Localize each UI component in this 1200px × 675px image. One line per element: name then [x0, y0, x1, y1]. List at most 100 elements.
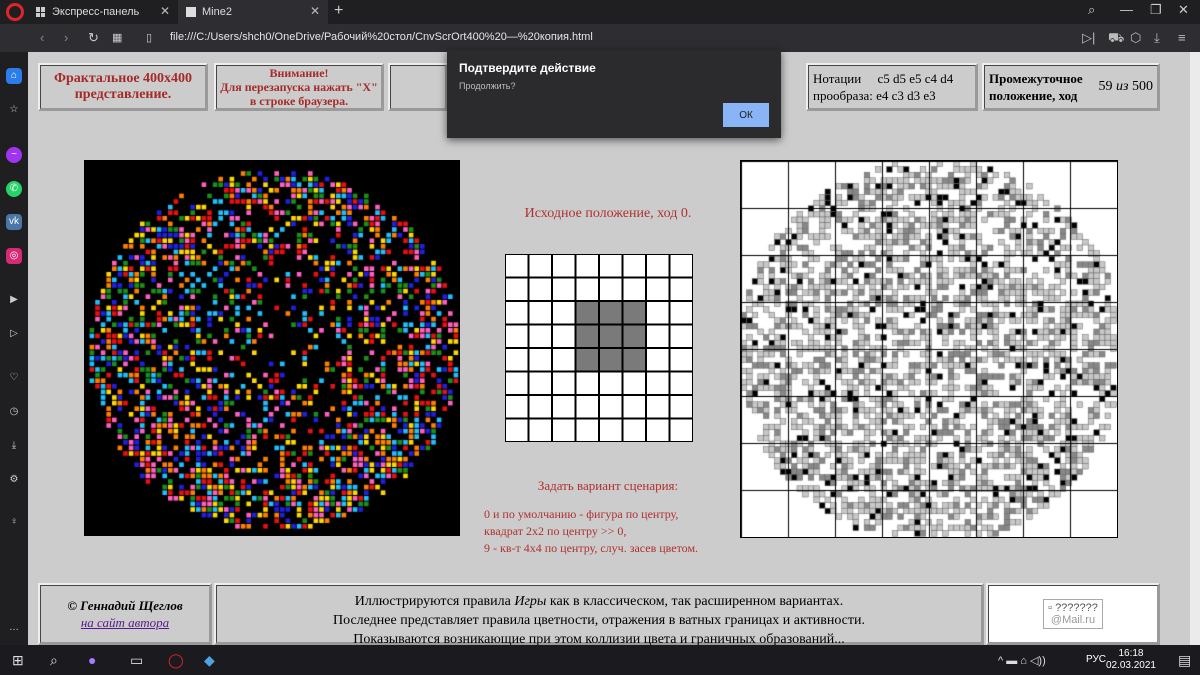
grid-cell[interactable] [599, 277, 623, 301]
box-icon[interactable]: ⬡ [1130, 30, 1141, 46]
page-info-icon[interactable]: ▯ [146, 31, 152, 44]
grid-cell[interactable] [622, 418, 646, 442]
restore-button[interactable]: ❐ [1150, 2, 1162, 18]
grid-cell[interactable] [528, 301, 552, 325]
language-indicator[interactable]: РУС [1086, 654, 1106, 665]
home-icon[interactable]: ⌂ [6, 68, 22, 84]
grid-cell[interactable] [599, 418, 623, 442]
vk-icon[interactable]: vk [6, 214, 22, 230]
grid-cell[interactable] [552, 324, 576, 348]
grid-cell[interactable] [622, 254, 646, 278]
grid-cell[interactable] [528, 254, 552, 278]
grid-cell[interactable] [505, 395, 529, 419]
opera-taskbar-icon[interactable]: ◯ [168, 652, 184, 669]
grid-cell[interactable] [669, 277, 693, 301]
history-icon[interactable]: ◷ [6, 404, 22, 420]
grid-cell[interactable] [552, 254, 576, 278]
grid-cell[interactable] [552, 277, 576, 301]
grid-cell[interactable] [575, 348, 599, 372]
notifications-icon[interactable]: ▤ [1178, 652, 1191, 669]
grid-cell[interactable] [599, 348, 623, 372]
grid-cell[interactable] [669, 371, 693, 395]
search-tabs-icon[interactable]: ⌕ [1088, 2, 1095, 18]
grid-cell[interactable] [505, 418, 529, 442]
grid-cell[interactable] [505, 277, 529, 301]
more-icon[interactable]: … [6, 620, 22, 636]
grid-cell[interactable] [552, 301, 576, 325]
grid-cell[interactable] [646, 254, 670, 278]
messenger-icon[interactable]: ~ [6, 147, 22, 163]
search-icon[interactable]: ⌕ [50, 652, 58, 669]
grid-cell[interactable] [575, 395, 599, 419]
grid-cell[interactable] [669, 418, 693, 442]
whatsapp-icon[interactable]: ✆ [6, 181, 22, 197]
grid-cell[interactable] [528, 371, 552, 395]
grid-cell[interactable] [646, 348, 670, 372]
new-tab-button[interactable]: + [334, 2, 343, 20]
grid-cell[interactable] [599, 301, 623, 325]
grid-cell[interactable] [505, 371, 529, 395]
grid-cell[interactable] [646, 277, 670, 301]
star-icon[interactable]: ☆ [6, 102, 22, 118]
initial-grid[interactable] [505, 254, 693, 442]
grid-cell[interactable] [646, 324, 670, 348]
settings-icon[interactable]: ⚙ [6, 472, 22, 488]
author-link[interactable]: на сайт автора [81, 614, 169, 631]
grid-cell[interactable] [669, 395, 693, 419]
opera-logo-icon[interactable] [6, 3, 24, 21]
download-icon[interactable]: ⤓ [1154, 30, 1160, 46]
grid-cell[interactable] [646, 418, 670, 442]
grid-cell[interactable] [575, 301, 599, 325]
forward-icon[interactable]: › [64, 30, 68, 45]
grid-cell[interactable] [575, 418, 599, 442]
mail-counter-badge[interactable]: ▫ ??????? @Mail.ru [1043, 599, 1103, 629]
menu-icon[interactable]: ≡ [1178, 30, 1186, 45]
grid-cell[interactable] [552, 348, 576, 372]
grid-cell[interactable] [505, 348, 529, 372]
grid-cell[interactable] [599, 324, 623, 348]
reload-icon[interactable]: ↻ [88, 30, 99, 46]
close-window-button[interactable]: ✕ [1178, 2, 1189, 18]
close-tab-icon[interactable]: ✕ [160, 4, 170, 18]
clock[interactable]: 16:18 02.03.2021 [1106, 648, 1156, 672]
grid-cell[interactable] [622, 371, 646, 395]
tabs-grid-icon[interactable]: ▦ [112, 31, 122, 44]
grid-cell[interactable] [622, 324, 646, 348]
grid-cell[interactable] [669, 348, 693, 372]
grid-cell[interactable] [622, 277, 646, 301]
cart-icon[interactable]: ⛟ [1108, 30, 1124, 48]
fractal-canvas[interactable] [84, 160, 460, 536]
tray-icons[interactable]: ^ ▬ ⌂ ◁)) [998, 654, 1046, 667]
ok-button[interactable]: ОК [723, 103, 769, 127]
scrollbar[interactable] [1190, 52, 1200, 645]
task-view-icon[interactable]: ▭ [130, 652, 143, 669]
grid-cell[interactable] [552, 395, 576, 419]
grid-cell[interactable] [669, 324, 693, 348]
grid-cell[interactable] [528, 418, 552, 442]
tab-speed-dial[interactable]: Экспресс-панель ✕ [28, 0, 178, 24]
grid-cell[interactable] [505, 301, 529, 325]
minimize-button[interactable]: — [1120, 2, 1133, 17]
back-icon[interactable]: ‹ [40, 30, 44, 45]
grid-cell[interactable] [622, 348, 646, 372]
grid-cell[interactable] [575, 254, 599, 278]
grid-cell[interactable] [528, 324, 552, 348]
grid-cell[interactable] [669, 301, 693, 325]
bulb-icon[interactable]: ♀ [6, 514, 22, 530]
downloads-icon[interactable]: ⤓ [6, 438, 22, 454]
grid-cell[interactable] [599, 254, 623, 278]
alice-icon[interactable]: ● [88, 652, 96, 668]
grid-cell[interactable] [646, 371, 670, 395]
url-field[interactable]: file:///C:/Users/shch0/OneDrive/Рабочий%… [170, 31, 593, 43]
grid-cell[interactable] [505, 254, 529, 278]
tab-mine2[interactable]: Mine2 ✕ [178, 0, 328, 24]
app-taskbar-icon[interactable]: ◆ [204, 652, 215, 669]
grid-cell[interactable] [552, 371, 576, 395]
flow-icon[interactable]: ▷ [6, 326, 22, 342]
grid-cell[interactable] [669, 254, 693, 278]
player-icon[interactable]: ▶ [6, 292, 22, 308]
intermediate-canvas[interactable] [740, 160, 1118, 538]
grid-cell[interactable] [505, 324, 529, 348]
grid-cell[interactable] [528, 348, 552, 372]
windows-start-icon[interactable]: ⊞ [12, 652, 24, 669]
